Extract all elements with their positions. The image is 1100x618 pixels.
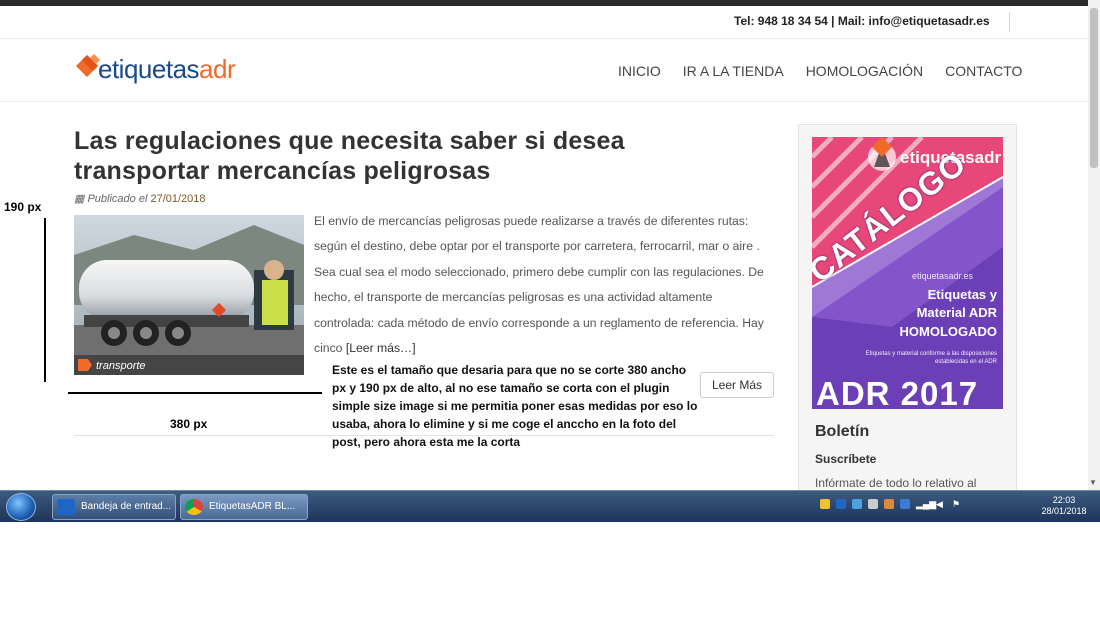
taskbar: Bandeja de entrad... EtiquetasADR BL... … xyxy=(0,490,1100,522)
read-more-link[interactable]: [Leer más…] xyxy=(346,341,416,355)
taskbar-item-outlook[interactable]: Bandeja de entrad... xyxy=(52,494,176,520)
header-bottom-divider xyxy=(0,101,1088,102)
post-meta-prefix: Publicado el xyxy=(87,193,148,205)
clock-time: 22:03 xyxy=(1052,495,1076,505)
nav-item-inicio[interactable]: INICIO xyxy=(618,63,661,79)
image-caption: transporte xyxy=(96,360,146,372)
nav-item-tienda[interactable]: IR A LA TIENDA xyxy=(683,63,784,79)
calendar-icon: ▦ xyxy=(74,193,85,205)
catalog-line3: HOMOLOGADO xyxy=(899,324,998,339)
scroll-down-arrow-icon[interactable]: ▼ xyxy=(1089,478,1097,487)
nav-item-homologacion[interactable]: HOMOLOGACIÓN xyxy=(806,63,923,79)
clock-date: 28/01/2018 xyxy=(1041,506,1087,516)
contact-separator xyxy=(1009,12,1010,32)
leer-mas-button[interactable]: Leer Más xyxy=(700,372,774,398)
annotation-note: Este es el tamaño que desaria para que n… xyxy=(332,363,698,449)
browser-viewport: Tel: 948 18 34 54 | Mail: info@etiquetas… xyxy=(0,0,1100,490)
start-button-icon[interactable] xyxy=(6,493,36,521)
post-thumbnail[interactable]: transporte xyxy=(74,215,304,375)
screenshot: Tel: 948 18 34 54 | Mail: info@etiquetas… xyxy=(0,0,1100,618)
taskbar-item-chrome[interactable]: EtiquetasADR BL... xyxy=(180,494,308,520)
top-strip xyxy=(0,0,1090,6)
post-excerpt: El envío de mercancías peligrosas puede … xyxy=(314,209,772,361)
catalog-site: etiquetasadr.es xyxy=(912,271,974,281)
chrome-icon xyxy=(185,499,203,515)
header-divider xyxy=(0,38,1088,39)
volume-tray-icon[interactable]: ◀ xyxy=(936,499,946,509)
device-tray-icon[interactable] xyxy=(868,499,878,509)
taskbar-item-outlook-label: Bandeja de entrad... xyxy=(81,501,172,512)
contact-info: Tel: 948 18 34 54 | Mail: info@etiquetas… xyxy=(734,14,990,28)
post-divider xyxy=(74,435,774,436)
scrollbar-thumb[interactable] xyxy=(1090,8,1098,168)
app-tray-icon[interactable] xyxy=(884,499,894,509)
width-annotation: 380 px xyxy=(170,417,208,431)
flag-tray-icon[interactable]: ⚑ xyxy=(952,499,962,509)
system-clock[interactable]: 22:03 28/01/2018 xyxy=(1034,495,1094,517)
catalog-adr-year: ADR 2017 xyxy=(816,375,979,409)
signal-tray-icon[interactable]: ▂▄▆ xyxy=(916,499,936,509)
catalog-line1: Etiquetas y xyxy=(927,287,997,302)
height-marker-line xyxy=(44,218,46,382)
logo-text-accent: adr xyxy=(199,54,236,84)
site-logo[interactable]: etiquetasadr xyxy=(74,50,264,90)
outlook-tray-icon[interactable] xyxy=(836,499,846,509)
main-nav: INICIO IR A LA TIENDA HOMOLOGACIÓN CONTA… xyxy=(618,63,1022,79)
monitor-tray-icon[interactable] xyxy=(900,499,910,509)
newsletter-text: Infórmate de todo lo relativo al xyxy=(815,476,977,490)
newsletter-subheading: Suscríbete xyxy=(815,452,877,466)
catalog-line2: Material ADR xyxy=(916,305,997,320)
taskbar-item-chrome-label: EtiquetasADR BL... xyxy=(209,501,296,512)
network-tray-icon[interactable] xyxy=(852,499,862,509)
post-excerpt-text: El envío de mercancías peligrosas puede … xyxy=(314,214,764,356)
tanker-truck-photo: transporte xyxy=(74,215,304,375)
mail-tray-icon[interactable] xyxy=(820,499,830,509)
post-meta: ▦ Publicado el 27/01/2018 xyxy=(74,192,206,205)
newsletter-heading: Boletín xyxy=(815,423,870,440)
width-marker-line xyxy=(68,392,322,394)
logo-text-main: etiquetas xyxy=(98,54,200,84)
catalog-small-text: Etiquetas y material conforme a las disp… xyxy=(865,351,997,365)
outlook-icon xyxy=(57,499,75,515)
nav-item-contacto[interactable]: CONTACTO xyxy=(945,63,1022,79)
catalog-banner[interactable]: etiquetasadr CATÁLOGO etiquetasadr.es Et… xyxy=(812,137,1003,409)
system-tray: ▂▄▆ ◀ ⚑ xyxy=(820,499,962,509)
height-annotation: 190 px xyxy=(4,200,42,214)
post-title[interactable]: Las regulaciones que necesita saber si d… xyxy=(74,126,764,186)
post-date[interactable]: 27/01/2018 xyxy=(150,193,205,205)
